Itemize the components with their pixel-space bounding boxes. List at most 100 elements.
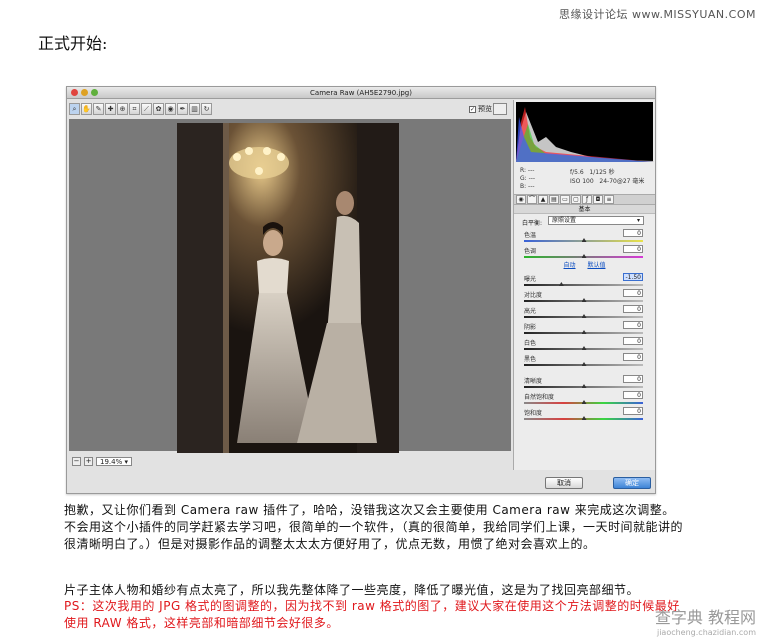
slider-label: 自然饱和度 [524, 394, 555, 401]
slider-value-input[interactable]: 0 [623, 337, 643, 345]
spot-removal-icon[interactable]: ✿ [153, 103, 164, 115]
window-title: Camera Raw (AH5E2790.jpg) [310, 89, 412, 97]
section-heading: 正式开始: [38, 34, 108, 53]
minimize-icon[interactable] [81, 89, 88, 96]
slider-value-input[interactable]: 0 [623, 407, 643, 415]
exif-lens: 24-70@27 毫米 [599, 178, 645, 185]
white-balance-icon[interactable]: ✎ [93, 103, 104, 115]
slider-row: 高光 0 [514, 304, 655, 320]
watermark-bottom: 查字典 教程网 jiaocheng.chazidian.com [655, 604, 756, 637]
hsl-tab-icon[interactable]: ▤ [549, 195, 559, 204]
slider-label: 色调 [524, 248, 537, 255]
slider-row: 白色 0 [514, 336, 655, 352]
white-balance-value: 原照设置 [552, 217, 577, 224]
window-titlebar: Camera Raw (AH5E2790.jpg) [67, 87, 655, 99]
white-balance-label: 白平衡: [522, 220, 543, 227]
slider-label: 清晰度 [524, 378, 543, 385]
crop-icon[interactable]: ⌗ [129, 103, 140, 115]
exif-shutter: 1/125 秒 [589, 169, 615, 176]
pixel-info: R: --- G: --- B: --- f/5.6 1/125 秒 ISO 1… [514, 164, 655, 194]
window-controls [71, 89, 98, 96]
slider-row: 色调 0 [514, 244, 655, 260]
straighten-icon[interactable]: ⟋ [141, 103, 152, 115]
watermark-bottom-sub: jiaocheng.chazidian.com [656, 628, 756, 637]
default-link[interactable]: 默认值 [587, 262, 605, 269]
slider-label: 阴影 [524, 324, 537, 331]
slider-label: 高光 [524, 308, 537, 315]
auto-link[interactable]: 自动 [564, 262, 576, 269]
paragraph-ps-note: PS：这次我用的 JPG 格式的图调整的，因为找不到 raw 格式的图了，建议大… [64, 599, 680, 630]
slider-label: 饱和度 [524, 410, 543, 417]
slider-value-input[interactable]: 0 [623, 353, 643, 361]
preview-label: 预览 [478, 105, 492, 113]
slider-value-input[interactable]: 0 [623, 375, 643, 383]
slider-value-input[interactable]: 0 [623, 289, 643, 297]
auto-default-links: 自动 默认值 [514, 260, 655, 272]
slider-value-input[interactable]: 0 [623, 321, 643, 329]
check-icon: ✓ [469, 105, 476, 113]
white-balance-row: 白平衡: 原照设置 ▾ [514, 214, 655, 228]
slider-value-input[interactable]: 0 [623, 391, 643, 399]
zoom-value: 19.4% [100, 457, 123, 466]
zoom-select[interactable]: 19.4% ▾ [96, 456, 132, 466]
white-balance-select[interactable]: 原照设置 ▾ [548, 216, 644, 225]
ok-button[interactable]: 确定 [613, 477, 651, 489]
detail-tab-icon[interactable]: ▲ [538, 195, 548, 204]
color-sampler-icon[interactable]: ✚ [105, 103, 116, 115]
settings-panel: R: --- G: --- B: --- f/5.6 1/125 秒 ISO 1… [513, 100, 655, 470]
zoom-icon[interactable]: ⌕ [69, 103, 80, 115]
red-eye-icon[interactable]: ◉ [165, 103, 176, 115]
slider-track[interactable] [524, 284, 643, 286]
tool-bar: ⌕ ✋ ✎ ✚ ⊕ ⌗ ⟋ ✿ ◉ ✒ ▥ ↻ [69, 103, 212, 117]
preview-checkbox[interactable]: ✓ 预览 [469, 104, 492, 114]
slider-value-input[interactable]: 0 [623, 229, 643, 237]
zoom-out-icon[interactable]: − [72, 456, 81, 466]
preview-photo [177, 123, 399, 453]
maximize-icon[interactable] [91, 89, 98, 96]
slider-label: 黑色 [524, 356, 537, 363]
slider-row: 曝光 -1.50 [514, 272, 655, 288]
paragraph-intro: 抱歉，又让你们看到 Camera raw 插件了，哈哈，没错我这次又会主要使用 … [64, 503, 684, 551]
rotate-icon[interactable]: ↻ [201, 103, 212, 115]
watermark-bottom-main: 查字典 教程网 [654, 608, 756, 627]
cancel-button[interactable]: 取消 [545, 477, 583, 489]
section-title: 基本 [514, 205, 655, 214]
rgb-b: B: --- [520, 183, 535, 190]
slider-row: 黑色 0 [514, 352, 655, 368]
slider-label: 色温 [524, 232, 537, 239]
paragraph-explain: 片子主体人物和婚纱有点太亮了，所以我先整体降了一些亮度，降低了曝光值，这是为了找… [64, 583, 640, 597]
adjust-brush-icon[interactable]: ✒ [177, 103, 188, 115]
lens-tab-icon[interactable]: ▢ [571, 195, 581, 204]
slider-row: 色温 0 [514, 228, 655, 244]
slider-value-input[interactable]: 0 [623, 245, 643, 253]
slider-value-input[interactable]: 0 [623, 305, 643, 313]
slider-label: 白色 [524, 340, 537, 347]
slider-row: 对比度 0 [514, 288, 655, 304]
rgb-r: R: --- [520, 167, 535, 174]
basic-tab-icon[interactable]: ◉ [516, 195, 526, 204]
target-adjust-icon[interactable]: ⊕ [117, 103, 128, 115]
camera-tab-icon[interactable]: ◘ [593, 195, 603, 204]
tone-curve-tab-icon[interactable]: ⌒ [527, 195, 537, 204]
chevron-down-icon: ▾ [636, 217, 640, 224]
exif-iso: ISO 100 [570, 178, 594, 185]
histogram-svg [516, 107, 654, 162]
rgb-g: G: --- [520, 175, 536, 182]
slider-label: 曝光 [524, 276, 537, 283]
slider-row: 清晰度 0 [514, 374, 655, 390]
chandelier-icon [229, 147, 289, 179]
hand-icon[interactable]: ✋ [81, 103, 92, 115]
slider-value-input[interactable]: -1.50 [623, 273, 643, 281]
slider-row: 自然饱和度 0 [514, 390, 655, 406]
watermark-top: 思缘设计论坛 www.MISSYUAN.COM [558, 8, 756, 21]
camera-raw-window: Camera Raw (AH5E2790.jpg) ⌕ ✋ ✎ ✚ ⊕ ⌗ ⟋ ✿ ◉ ✒ ▥ ↻ ✓… [66, 86, 656, 494]
split-tone-tab-icon[interactable]: ▭ [560, 195, 570, 204]
close-icon[interactable] [71, 89, 78, 96]
slider-row: 饱和度 0 [514, 406, 655, 422]
fx-tab-icon[interactable]: ƒ [582, 195, 592, 204]
fullscreen-button[interactable] [493, 103, 507, 115]
presets-tab-icon[interactable]: ≡ [604, 195, 614, 204]
graduated-filter-icon[interactable]: ▥ [189, 103, 200, 115]
panel-tabs: ◉ ⌒ ▲ ▤ ▭ ▢ ƒ ◘ ≡ [514, 194, 655, 205]
zoom-in-icon[interactable]: + [84, 456, 93, 466]
